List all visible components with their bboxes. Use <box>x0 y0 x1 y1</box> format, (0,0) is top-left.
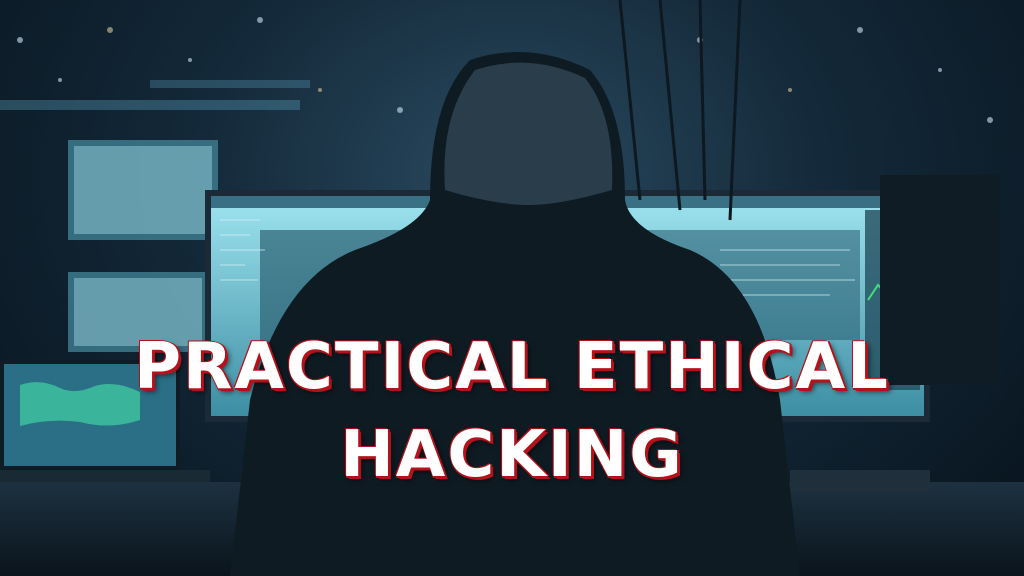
background-monitor-left <box>68 140 218 352</box>
title-line-1: PRACTICAL ETHICAL <box>134 330 890 404</box>
hacker-scene: PRACTICAL ETHICAL HACKING <box>0 0 1024 576</box>
hanging-cables <box>618 0 742 221</box>
title-line-2: HACKING <box>340 418 684 492</box>
hooded-figure <box>230 52 800 576</box>
